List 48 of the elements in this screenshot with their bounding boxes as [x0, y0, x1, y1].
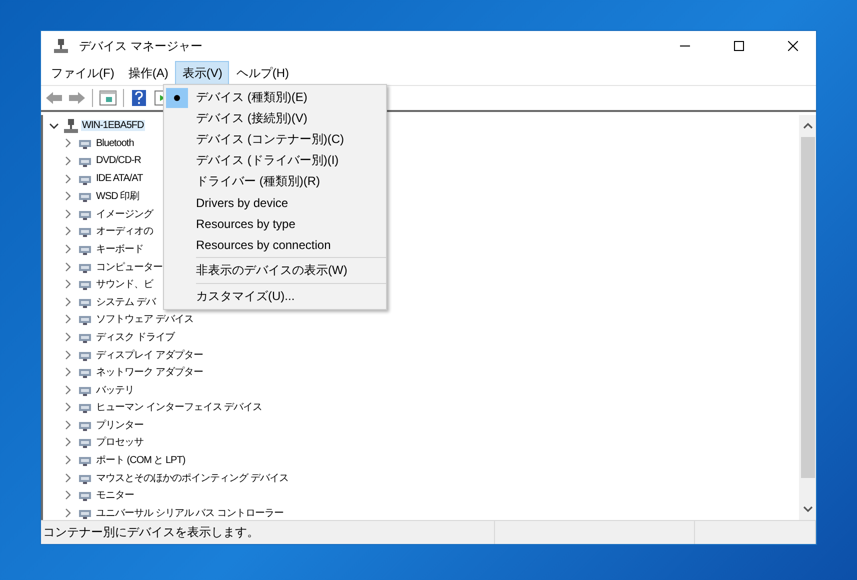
tree-item[interactable]: マウスとそのほかのポインティング デバイス: [95, 470, 290, 485]
menu-option[interactable]: Resources by connection: [164, 234, 386, 255]
tree-item[interactable]: ネットワーク アダプター: [95, 365, 204, 380]
tree-item[interactable]: ソフトウェア デバイス: [95, 312, 194, 326]
menu-option[interactable]: Drivers by device: [164, 192, 386, 213]
menu-option[interactable]: Resources by type: [164, 213, 386, 234]
tree-item[interactable]: ディスプレイ アダプター: [95, 348, 204, 362]
tree-item[interactable]: IDE ATA/AT: [95, 173, 144, 184]
menu-item[interactable]: 操作(A): [121, 60, 176, 86]
tree-item[interactable]: ヒューマン インターフェイス デバイス: [95, 400, 264, 414]
tree-item[interactable]: システム デバ: [95, 294, 156, 309]
tree-item[interactable]: サウンド、ビ: [95, 277, 154, 292]
menu-option[interactable]: デバイス (種類別)(E): [164, 87, 386, 108]
tree-item[interactable]: バッテリ: [95, 382, 135, 397]
tree-item[interactable]: Bluetooth: [95, 138, 135, 149]
tree-item[interactable]: プロセッサ: [95, 435, 144, 450]
menu-option[interactable]: 非表示のデバイスの表示(W): [164, 260, 386, 281]
menu-option[interactable]: ドライバー (種類別)(R): [164, 171, 386, 192]
tree-item[interactable]: プリンター: [95, 418, 144, 432]
minimize-icon: [680, 45, 690, 47]
radio-dot-icon: [174, 94, 180, 100]
computer-icon: [63, 118, 79, 134]
menu-option[interactable]: デバイス (コンテナー別)(C): [164, 129, 386, 150]
tree-item[interactable]: イメージング: [95, 206, 154, 221]
status-text: コンテナー別にデバイスを表示します。: [43, 524, 259, 541]
scrollbar[interactable]: [799, 115, 816, 520]
menu-option[interactable]: カスタマイズ(U)...: [164, 286, 386, 307]
maximize-icon: [734, 41, 744, 51]
menu-item[interactable]: ファイル(F): [44, 60, 122, 86]
tree-item[interactable]: WIN-1EBA5FD: [81, 120, 145, 132]
tree-item[interactable]: ポート (COM と LPT): [95, 453, 186, 468]
tree-item[interactable]: モニター: [95, 488, 135, 502]
tree-item[interactable]: WSD 印刷: [95, 189, 140, 204]
menu-item[interactable]: 表示(V): [175, 60, 230, 86]
menu-item[interactable]: ヘルプ(H): [229, 60, 296, 86]
tree-item[interactable]: キーボード: [95, 242, 144, 256]
properties-button[interactable]: [98, 88, 118, 108]
menu-option[interactable]: デバイス (接続別)(V): [164, 108, 386, 129]
tree-item[interactable]: ユニバーサル シリアル バス コントローラー: [95, 506, 284, 520]
tree-item[interactable]: ディスク ドライブ: [95, 330, 176, 344]
tree-item[interactable]: コンピューター: [95, 260, 164, 274]
menu-option[interactable]: デバイス (ドライバー別)(I): [164, 150, 386, 171]
help-button[interactable]: [129, 88, 149, 108]
tree-item[interactable]: DVD/CD-R: [95, 155, 142, 166]
close-icon: [788, 41, 798, 51]
tree-item[interactable]: オーディオの: [95, 224, 154, 238]
window-title: デバイス マネージャー: [79, 38, 202, 54]
device-manager-icon: [53, 38, 69, 54]
